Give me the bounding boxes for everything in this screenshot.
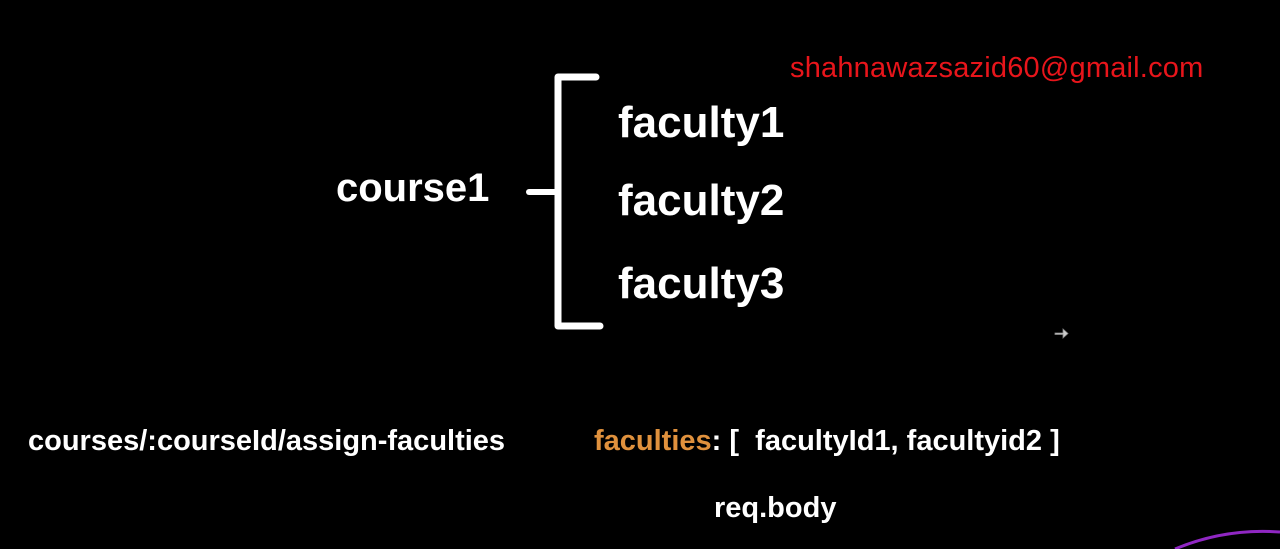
request-body-caption: req.body [714,492,837,524]
body-separator: : [ [711,425,740,457]
faculty-label-2: faculty2 [618,176,785,225]
mouse-cursor-icon [1054,328,1069,339]
body-key: faculties [594,425,712,457]
slide-canvas: shahnawazsazid60@gmail.com course1 facul… [0,0,1280,549]
request-body-example: faculties: [ facultyId1, facultyid2 ] [594,425,1060,458]
corner-glow [1174,529,1280,549]
faculty-label-3: faculty3 [618,259,785,308]
api-route: courses/:courseId/assign-faculties [28,425,506,457]
email-watermark: shahnawazsazid60@gmail.com [790,52,1204,84]
faculty-label-1: faculty1 [618,98,785,147]
body-values: facultyId1, facultyid2 ] [755,425,1060,457]
course-label: course1 [336,166,490,210]
grouping-brace [554,73,604,330]
